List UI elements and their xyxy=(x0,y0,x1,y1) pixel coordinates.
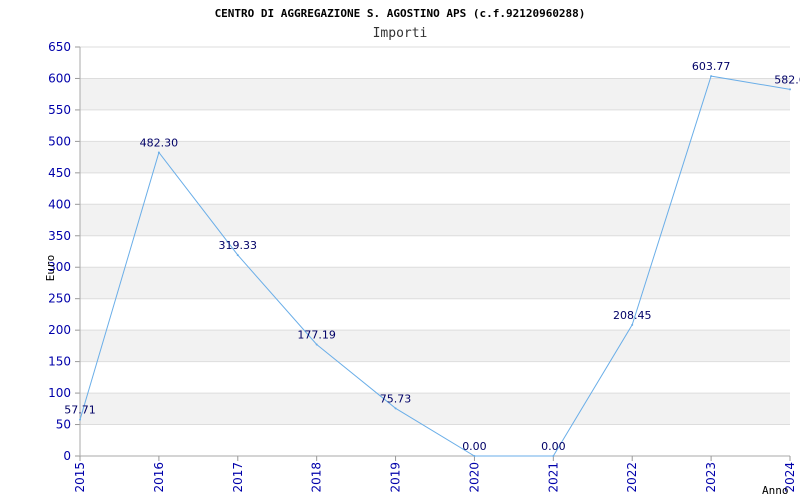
x-tick-label: 2018 xyxy=(310,462,324,493)
data-point xyxy=(789,88,791,91)
grid-band xyxy=(80,141,790,173)
y-tick-label: 100 xyxy=(48,386,71,400)
grid-bands xyxy=(80,78,790,425)
x-tick-label: 2021 xyxy=(546,462,560,493)
data-label: 57.71 xyxy=(64,404,96,417)
grid-band xyxy=(80,78,790,110)
x-tick-labels: 2015 2016 2017 2018 2019 2020 2021 2022 2023 2024 xyxy=(73,462,797,493)
y-axis-label: Euro xyxy=(44,255,57,282)
data-point xyxy=(631,323,634,326)
data-point xyxy=(710,75,713,78)
y-tick-label: 150 xyxy=(48,355,71,369)
chart-title: CENTRO DI AGGREGAZIONE S. AGOSTINO APS (… xyxy=(215,7,586,20)
y-tick-label: 450 xyxy=(48,166,71,180)
data-label: 75.73 xyxy=(380,392,412,405)
x-tick-label: 2015 xyxy=(73,462,87,493)
x-tick-label: 2020 xyxy=(467,462,481,493)
data-label: 0.00 xyxy=(462,440,487,453)
x-axis-label: Anno xyxy=(762,484,789,497)
data-label: 603.77 xyxy=(692,60,731,73)
data-label: 208.45 xyxy=(613,309,652,322)
y-tick-label: 200 xyxy=(48,323,71,337)
data-point xyxy=(473,455,476,457)
y-tick-label: 550 xyxy=(48,103,71,117)
data-label: 582.6 xyxy=(774,73,800,86)
x-tick-label: 2016 xyxy=(152,462,166,493)
data-label: 0.00 xyxy=(541,440,566,453)
x-tick-label: 2019 xyxy=(389,462,403,493)
x-tick-label: 2023 xyxy=(704,462,718,493)
data-point xyxy=(236,254,239,257)
chart-subtitle: Importi xyxy=(373,26,428,41)
grid-band xyxy=(80,267,790,299)
grid-band xyxy=(80,393,790,425)
y-tick-label: 0 xyxy=(63,449,71,463)
chart: 050100150200250300350400450500550600650 … xyxy=(44,7,800,497)
data-label: 482.30 xyxy=(140,137,179,150)
grid-band xyxy=(80,204,790,236)
y-tick-label: 350 xyxy=(48,229,71,243)
y-tick-label: 650 xyxy=(48,40,71,54)
y-tick-label: 50 xyxy=(56,418,71,432)
data-point xyxy=(315,343,318,346)
data-label: 177.19 xyxy=(297,329,336,342)
data-point xyxy=(394,407,397,410)
x-tick-label: 2017 xyxy=(231,462,245,493)
data-point xyxy=(79,418,81,421)
data-point xyxy=(552,455,555,457)
y-tick-label: 600 xyxy=(48,71,71,85)
grid-band xyxy=(80,330,790,362)
y-tick-label: 500 xyxy=(48,134,71,148)
x-tick-label: 2022 xyxy=(625,462,639,493)
data-point xyxy=(157,151,160,154)
y-tick-labels: 050100150200250300350400450500550600650 xyxy=(48,40,71,463)
y-tick-label: 400 xyxy=(48,197,71,211)
y-tick-label: 250 xyxy=(48,292,71,306)
data-label: 319.33 xyxy=(219,239,258,252)
